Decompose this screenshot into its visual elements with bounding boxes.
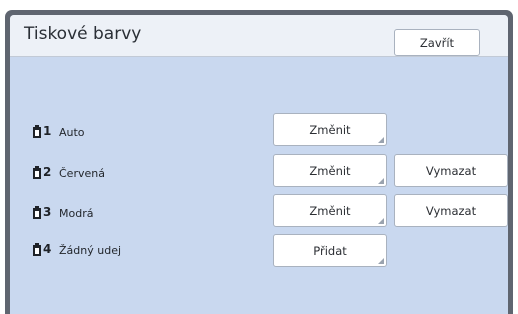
ink-drum-icon	[33, 166, 41, 179]
change-button-label: Změnit	[309, 163, 351, 178]
corner-triangle-icon	[378, 137, 384, 143]
row-number: 2	[43, 165, 52, 179]
delete-button-3[interactable]: Vymazat	[394, 194, 508, 227]
change-button-3[interactable]: Změnit	[273, 194, 387, 227]
row-label-blue: Modrá	[59, 207, 94, 220]
dialog-panel: Tiskové barvy Zavřít 1 Auto Změnit 2 Čer…	[10, 15, 508, 314]
window-frame: Tiskové barvy Zavřít 1 Auto Změnit 2 Čer…	[5, 10, 513, 314]
change-button-1[interactable]: Změnit	[273, 113, 387, 146]
add-button-label: Přidat	[313, 243, 347, 258]
row-number: 3	[43, 205, 52, 219]
corner-triangle-icon	[378, 258, 384, 264]
ink-drum-icon	[33, 206, 41, 219]
row-number: 1	[43, 124, 52, 138]
row-label-none: Žádný udej	[59, 244, 122, 257]
corner-triangle-icon	[378, 178, 384, 184]
ink-drum-icon	[33, 125, 41, 138]
change-button-2[interactable]: Změnit	[273, 154, 387, 187]
corner-triangle-icon	[378, 218, 384, 224]
change-button-label: Změnit	[309, 122, 351, 137]
delete-button-2[interactable]: Vymazat	[394, 154, 508, 187]
dialog-header: Tiskové barvy Zavřít	[10, 15, 508, 57]
close-button[interactable]: Zavřít	[394, 29, 480, 56]
row-number: 4	[43, 242, 52, 256]
add-button-4[interactable]: Přidat	[273, 234, 387, 267]
row-label-red: Červená	[59, 167, 105, 180]
ink-drum-icon	[33, 243, 41, 256]
row-label-auto: Auto	[59, 126, 85, 139]
dialog-title: Tiskové barvy	[24, 24, 142, 44]
change-button-label: Změnit	[309, 203, 351, 218]
